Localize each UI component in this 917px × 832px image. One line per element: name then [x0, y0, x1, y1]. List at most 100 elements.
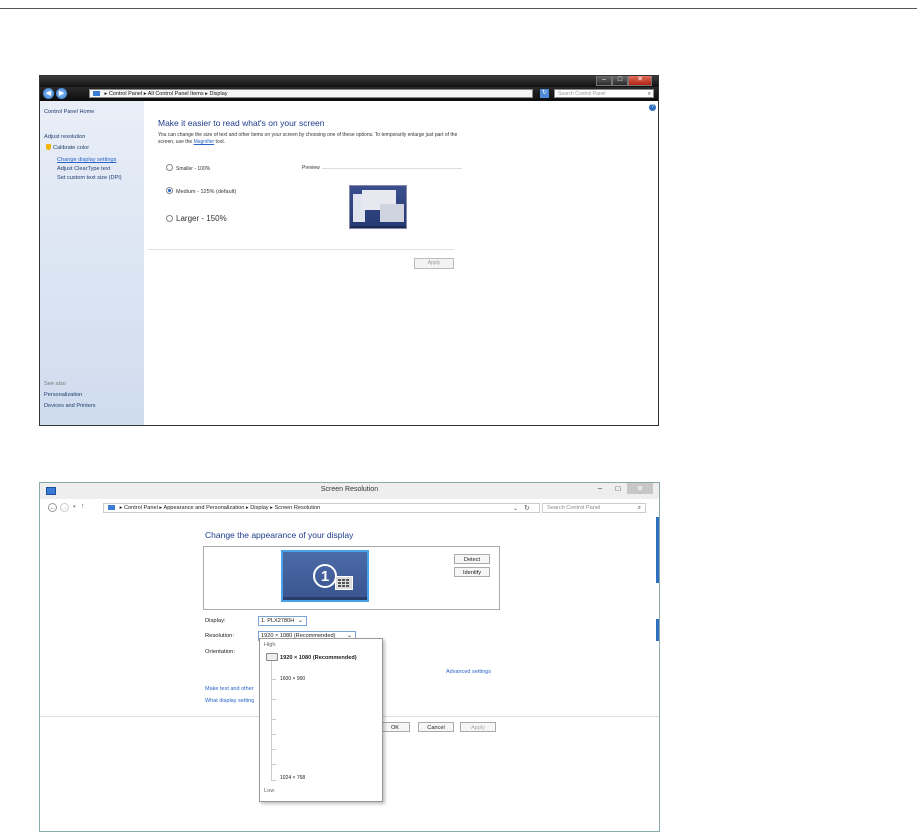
resolution-label: Resolution: — [205, 633, 235, 639]
option-smaller[interactable]: Smaller - 100% — [166, 164, 210, 172]
slider-high-label: High — [264, 642, 276, 648]
search-placeholder: Search Control Panel — [547, 505, 601, 511]
display-select[interactable]: 1. PLX2780H ⌄ — [258, 616, 307, 626]
address-bar[interactable]: ▸ Control Panel ▸ All Control Panel Item… — [89, 89, 533, 98]
breadcrumb-control-panel[interactable]: Control Panel — [124, 505, 158, 511]
resolution-slider-thumb[interactable] — [266, 653, 278, 661]
magnifier-link[interactable]: Magnifier — [194, 139, 215, 145]
preview-image — [349, 185, 407, 229]
title-bar: Screen Resolution – □ ✕ — [40, 483, 659, 499]
window-title: Screen Resolution — [320, 486, 379, 493]
apply-button[interactable]: Apply — [460, 722, 496, 732]
search-icon[interactable]: ⌕ — [648, 90, 651, 99]
page-title: Change the appearance of your display — [205, 530, 354, 540]
option-medium[interactable]: Medium - 125% (default) — [166, 187, 236, 195]
monitor-preview-panel: 1 Detect Identify — [203, 546, 500, 610]
caption-buttons: – □ ✕ — [596, 76, 652, 86]
back-arrow-icon[interactable]: ← — [48, 503, 57, 512]
identify-button[interactable]: Identify — [454, 567, 490, 577]
option-larger[interactable]: Larger - 150% — [166, 214, 227, 223]
breadcrumb-screen-resolution[interactable]: Screen Resolution — [275, 505, 321, 511]
apply-button[interactable]: Apply — [414, 258, 454, 269]
search-input[interactable]: Search Control Panel ⌕ — [554, 89, 654, 98]
address-bar[interactable]: ▸ Control Panel ▸ Appearance and Persona… — [103, 503, 540, 513]
option-label: Medium - 125% (default) — [176, 189, 237, 195]
resolution-option-1024x768[interactable]: 1024 × 768 — [280, 775, 305, 781]
minimize-button[interactable]: – — [596, 76, 612, 86]
search-placeholder: Search Control Panel — [558, 91, 606, 97]
radio-button[interactable] — [166, 215, 173, 222]
slider-tick — [271, 699, 276, 700]
minimize-button[interactable]: – — [591, 483, 609, 494]
caption-buttons: – □ ✕ — [591, 483, 653, 494]
sidebar-change-display-settings[interactable]: Change display settings — [57, 157, 116, 163]
sidebar-item-label: Calibrate color — [53, 145, 90, 151]
detect-button[interactable]: Detect — [454, 554, 490, 564]
preview-taskbar — [350, 226, 406, 228]
radio-button[interactable] — [166, 164, 173, 171]
search-icon[interactable]: ⌕ — [638, 504, 641, 513]
main-content: Make it easier to read what's on your sc… — [144, 101, 658, 425]
monitor-taskbar — [283, 597, 367, 600]
description-text-end: tool. — [215, 139, 225, 145]
divider — [148, 249, 454, 250]
back-arrow-icon[interactable]: ◀ — [43, 88, 54, 99]
search-input[interactable]: Search Control Panel ⌕ — [542, 503, 646, 513]
address-dropdown-chevron-icon[interactable]: ⌄ — [513, 505, 518, 512]
resolution-option-1920x1080[interactable]: 1920 × 1080 (Recommended) — [280, 655, 357, 661]
orientation-label: Orientation: — [205, 649, 235, 655]
close-button[interactable]: ✕ — [628, 76, 652, 86]
resolution-option-1600x900[interactable]: 1600 × 900 — [280, 676, 305, 682]
sidebar-devices-printers[interactable]: Devices and Printers — [44, 403, 96, 409]
preview-label: Preview — [302, 165, 320, 171]
display-label: Display: — [205, 618, 226, 624]
resolution-dropdown: High 1920 × 1080 (Recommended) 1600 × 90… — [259, 638, 383, 802]
forward-arrow-icon[interactable]: ▶ — [56, 88, 67, 99]
title-bar: – □ ✕ — [40, 76, 658, 87]
computer-icon — [93, 91, 100, 96]
display-value: 1. PLX2780H — [261, 618, 295, 624]
slider-tick — [271, 734, 276, 735]
radio-button-selected[interactable] — [166, 187, 173, 194]
advanced-settings-link[interactable]: Advanced settings — [446, 669, 491, 675]
close-button[interactable]: ✕ — [627, 483, 653, 494]
breadcrumb-display[interactable]: Display — [209, 91, 227, 97]
monitor-number-badge: 1 — [313, 564, 337, 588]
monitor-1[interactable]: 1 — [281, 550, 369, 602]
screen-resolution-window: Screen Resolution – □ ✕ ← → ▾ ↑ ▸ Contro… — [39, 482, 660, 832]
option-label: Larger - 150% — [176, 214, 227, 223]
sidebar-control-panel-home[interactable]: Control Panel Home — [44, 109, 94, 115]
description: You can change the size of text and othe… — [158, 132, 458, 146]
make-text-larger-link[interactable]: Make text and other — [205, 686, 254, 692]
recent-locations-chevron-icon[interactable]: ▾ — [73, 504, 76, 510]
slider-tick — [271, 679, 276, 680]
chevron-down-icon: ⌄ — [297, 618, 303, 624]
address-toolbar: ← → ▾ ↑ ▸ Control Panel ▸ Appearance and… — [40, 501, 659, 515]
breadcrumb-all-items[interactable]: All Control Panel Items — [148, 91, 204, 97]
forward-arrow-icon[interactable]: → — [60, 503, 69, 512]
slider-low-label: Low — [264, 788, 275, 794]
ok-button[interactable]: OK — [380, 722, 410, 732]
cancel-button[interactable]: Cancel — [418, 722, 454, 732]
display-settings-help-link[interactable]: What display setting — [205, 698, 254, 704]
sidebar-adjust-cleartype[interactable]: Adjust ClearType text — [57, 166, 110, 172]
slider-tick — [271, 764, 276, 765]
sidebar-adjust-resolution[interactable]: Adjust resolution — [44, 134, 85, 140]
refresh-icon[interactable]: ↻ — [524, 504, 530, 512]
slider-tick — [271, 719, 276, 720]
sidebar-calibrate-color[interactable]: Calibrate color — [46, 144, 89, 151]
maximize-button[interactable]: □ — [612, 76, 628, 86]
scrollbar-marker — [656, 619, 659, 641]
breadcrumb-control-panel[interactable]: Control Panel — [109, 91, 142, 97]
refresh-icon[interactable]: ↻ — [540, 89, 549, 98]
option-label: Smaller - 100% — [176, 166, 211, 172]
sidebar-custom-text-size[interactable]: Set custom text size (DPI) — [57, 175, 122, 181]
sidebar-personalization[interactable]: Personalization — [44, 392, 82, 398]
maximize-button[interactable]: □ — [609, 483, 627, 494]
breadcrumb-display[interactable]: Display — [250, 505, 268, 511]
breadcrumb-appearance[interactable]: Appearance and Personalization — [163, 505, 244, 511]
see-also-heading: See also — [44, 381, 66, 387]
up-arrow-icon[interactable]: ↑ — [81, 503, 85, 510]
page-top-rule — [0, 8, 917, 9]
preview-divider — [322, 168, 462, 169]
